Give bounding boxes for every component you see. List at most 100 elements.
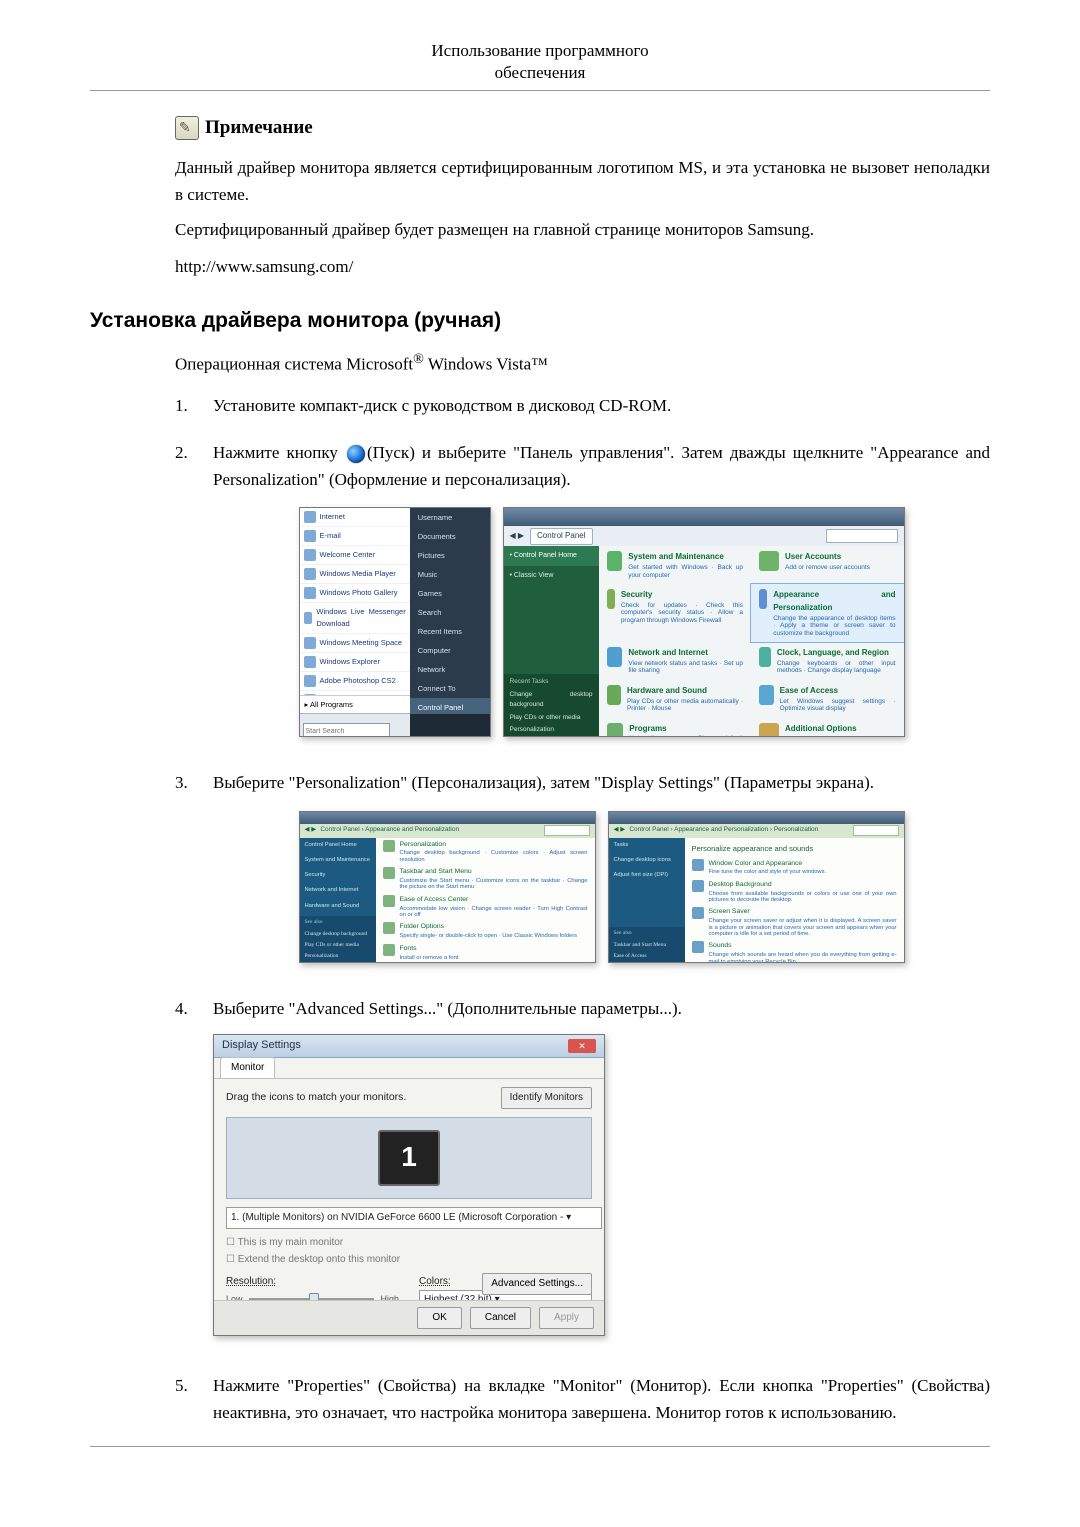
ds-tab-monitor[interactable]: Monitor	[220, 1057, 275, 1078]
cp-recent-item[interactable]: Change desktop background	[504, 689, 599, 712]
cp-category[interactable]: User AccountsAdd or remove user accounts	[751, 546, 904, 584]
apA-see-item[interactable]: Play CDs or other media	[300, 940, 376, 951]
start-right-item[interactable]: Music	[410, 565, 490, 584]
start-item[interactable]: Welcome Center	[300, 546, 410, 565]
apA-left-item[interactable]: Control Panel Home	[300, 838, 376, 853]
apB-search[interactable]	[853, 825, 899, 836]
step-4: 4. Выберите "Advanced Settings..." (Допо…	[175, 995, 990, 1352]
apA-item[interactable]: PersonalizationChange desktop background…	[376, 838, 595, 866]
start-search-input[interactable]	[303, 723, 391, 737]
cp-category[interactable]: System and MaintenanceGet started with W…	[599, 546, 752, 584]
apB-left-item[interactable]: Change desktop icons	[609, 853, 685, 868]
ds-monitor-area[interactable]: 1	[226, 1117, 592, 1199]
cp-search-box[interactable]	[826, 529, 898, 543]
step-1-num: 1.	[175, 392, 191, 419]
start-right-item[interactable]: Username	[410, 508, 490, 527]
ds-button-bar: OK Cancel Apply	[214, 1300, 604, 1335]
cp-left-item[interactable]: • Control Panel Home	[504, 546, 599, 565]
start-right-item[interactable]: Help and Support	[410, 736, 490, 737]
apA-left-item[interactable]: Security	[300, 868, 376, 883]
ds-tabs: Monitor	[214, 1058, 604, 1079]
apB-item[interactable]: Screen SaverChange your screen saver or …	[685, 905, 904, 939]
start-right-item[interactable]: Games	[410, 584, 490, 603]
step-4-text: Выберите "Advanced Settings..." (Дополни…	[213, 995, 990, 1352]
ok-button[interactable]: OK	[417, 1307, 461, 1329]
cp-category[interactable]: Appearance and PersonalizationChange the…	[751, 584, 904, 642]
start-item[interactable]: E-mail	[300, 527, 410, 546]
apA-left-item[interactable]: System and Maintenance	[300, 853, 376, 868]
start-item[interactable]: Windows Photo Gallery	[300, 584, 410, 603]
cp-category[interactable]: ProgramsUninstall a program · Change def…	[599, 718, 752, 738]
step-4-text-inner: Выберите "Advanced Settings..." (Дополни…	[213, 999, 682, 1018]
ds-drag-text: Drag the icons to match your monitors.	[226, 1089, 406, 1106]
cp-category[interactable]: SecurityCheck for updates · Check this c…	[599, 584, 752, 642]
step-1-text: Установите компакт-диск с руководством в…	[213, 392, 990, 419]
start-item[interactable]: Windows Media Player	[300, 565, 410, 584]
start-item[interactable]: Windows Live Messenger Download	[300, 603, 410, 634]
start-item[interactable]: Adobe Photoshop CS2	[300, 672, 410, 691]
cp-left-item[interactable]: • Classic View	[504, 566, 599, 585]
cp-recent-item[interactable]: Play CDs or other media	[504, 712, 599, 724]
ds-chk-extend[interactable]: ☐ Extend the desktop onto this monitor	[226, 1252, 592, 1268]
start-right-item[interactable]: Pictures	[410, 546, 490, 565]
start-right-item[interactable]: Network	[410, 660, 490, 679]
cp-recent-item[interactable]: Personalization	[504, 724, 599, 736]
start-item[interactable]: Windows Explorer	[300, 653, 410, 672]
apB-crumb[interactable]: Control Panel › Appearance and Personali…	[629, 825, 818, 835]
os-text-suffix: Windows Vista™	[424, 355, 548, 374]
cp-category[interactable]: Hardware and SoundPlay CDs or other medi…	[599, 680, 752, 718]
apB-left-item[interactable]: Adjust font size (DPI)	[609, 868, 685, 883]
step-2-text: Нажмите кнопку (Пуск) и выберите "Панель…	[213, 439, 990, 749]
cp-category[interactable]: Ease of AccessLet Windows suggest settin…	[751, 680, 904, 718]
step-4-num: 4.	[175, 995, 191, 1352]
apA-item[interactable]: Ease of Access CenterAccommodate low vis…	[376, 893, 595, 921]
apB-item[interactable]: Desktop BackgroundChoose from available …	[685, 878, 904, 906]
step-3-text-inner: Выберите "Personalization" (Персонализац…	[213, 773, 874, 792]
start-power-bar[interactable]	[410, 714, 490, 736]
ds-titlebar: Display Settings ✕	[214, 1035, 604, 1058]
start-right-item[interactable]: Computer	[410, 641, 490, 660]
cancel-button[interactable]: Cancel	[470, 1307, 531, 1329]
apB-see-item[interactable]: Taskbar and Start Menu	[609, 940, 685, 951]
start-all-programs[interactable]: ▸ All Programs	[300, 695, 410, 714]
cp-category[interactable]: Additional Options	[751, 718, 904, 738]
advanced-settings-button[interactable]: Advanced Settings...	[482, 1273, 592, 1295]
start-right-item[interactable]: Documents	[410, 527, 490, 546]
cp-breadcrumb[interactable]: Control Panel	[530, 528, 592, 545]
monitor-1-icon[interactable]: 1	[378, 1130, 440, 1186]
cp-category[interactable]: Clock, Language, and RegionChange keyboa…	[751, 642, 904, 680]
cp-address-bar[interactable]: ◀ ▶ Control Panel	[504, 526, 904, 547]
apA-left-item[interactable]: Hardware and Sound	[300, 899, 376, 914]
note-url[interactable]: http://www.samsung.com/	[175, 253, 990, 280]
header-line1: Использование программного	[431, 41, 648, 60]
step-5-num: 5.	[175, 1372, 191, 1426]
apA-item[interactable]: FontsInstall or remove a font	[376, 942, 595, 963]
apA-see-item[interactable]: Change desktop background	[300, 929, 376, 940]
start-item[interactable]: Windows Meeting Space	[300, 634, 410, 653]
apA-see-item[interactable]: Personalization	[300, 951, 376, 962]
start-right-item[interactable]: Recent Items	[410, 622, 490, 641]
apB-left-item[interactable]: Tasks	[609, 838, 685, 853]
step-3-num: 3.	[175, 769, 191, 974]
start-item[interactable]: Internet	[300, 508, 410, 527]
apB-see-item[interactable]: Ease of Access	[609, 951, 685, 962]
start-search-box[interactable]	[300, 713, 410, 736]
apply-button[interactable]: Apply	[539, 1307, 594, 1329]
close-icon[interactable]: ✕	[568, 1039, 596, 1053]
apA-search[interactable]	[544, 825, 590, 836]
os-line: Операционная система Microsoft® Windows …	[175, 348, 990, 378]
identify-monitors-button[interactable]: Identify Monitors	[501, 1087, 592, 1109]
start-right-item[interactable]: Search	[410, 603, 490, 622]
apA-item[interactable]: Taskbar and Start MenuCustomize the Star…	[376, 865, 595, 893]
cp-category[interactable]: Network and InternetView network status …	[599, 642, 752, 680]
step-2: 2. Нажмите кнопку (Пуск) и выберите "Пан…	[175, 439, 990, 749]
ds-chk-main[interactable]: ☐ This is my main monitor	[226, 1235, 592, 1251]
apB-item[interactable]: Window Color and AppearanceFine tune the…	[685, 857, 904, 878]
apA-crumb[interactable]: Control Panel › Appearance and Personali…	[320, 825, 459, 835]
start-orb-icon	[347, 445, 365, 463]
apA-item[interactable]: Folder OptionsSpecify single- or double-…	[376, 920, 595, 941]
ds-monitor-selector[interactable]: 1. (Multiple Monitors) on NVIDIA GeForce…	[226, 1207, 602, 1229]
apA-left-item[interactable]: Network and Internet	[300, 883, 376, 898]
apB-item[interactable]: SoundsChange which sounds are heard when…	[685, 939, 904, 962]
start-right-item[interactable]: Connect To	[410, 679, 490, 698]
